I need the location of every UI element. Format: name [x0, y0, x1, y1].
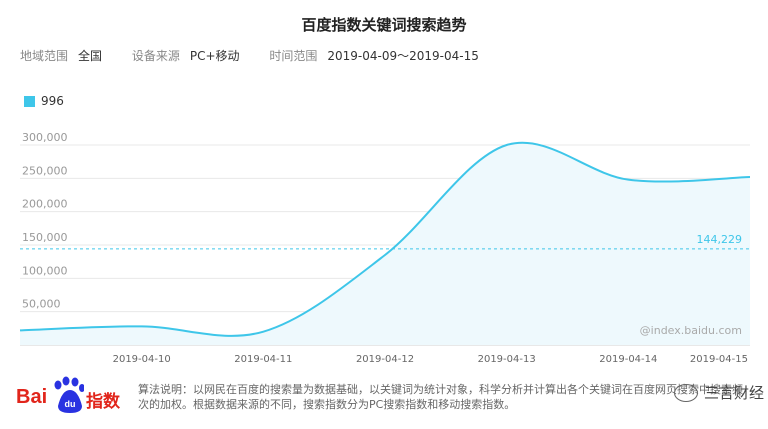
- x-tick-label: 2019-04-11: [234, 354, 292, 365]
- watermark-text: 三言财经: [703, 384, 764, 402]
- y-tick-label: 250,000: [22, 164, 68, 177]
- average-label: 144,229: [697, 233, 743, 246]
- y-tick-label: 200,000: [22, 198, 68, 211]
- algorithm-note: 算法说明：以网民在百度的搜索量为数据基础，以关键词为统计对象，科学分析并计算出各…: [138, 383, 743, 411]
- paw-icon: du: [54, 376, 84, 413]
- x-tick-label: 2019-04-14: [599, 354, 657, 365]
- y-tick-label: 300,000: [22, 131, 68, 144]
- baidu-index-logo: Bai du 指数: [16, 376, 126, 416]
- x-tick-label: 2019-04-12: [356, 354, 414, 365]
- source-mark: @index.baidu.com: [640, 324, 742, 337]
- line-chart: 50,000 100,000 150,000 200,000 250,000 300,00…: [19, 131, 751, 365]
- y-tick-label: 100,000: [22, 264, 68, 277]
- series-area-996: [20, 142, 750, 345]
- y-tick-label: 150,000: [22, 231, 68, 244]
- footer: Bai du 指数 算法说明：以网民在百度的搜索量为数据基础，以关键词为统计对象…: [16, 376, 756, 424]
- x-tick-label: 2019-04-13: [478, 354, 536, 365]
- x-tick-label: 2019-04-15: [690, 354, 748, 365]
- x-tick-label: 2019-04-10: [113, 354, 171, 365]
- logo-bai: Bai: [16, 386, 48, 408]
- logo-index: 指数: [86, 392, 120, 412]
- logo-du: du: [65, 399, 76, 409]
- y-tick-label: 50,000: [22, 298, 61, 311]
- wechat-icon: [673, 383, 698, 402]
- watermark: 三言财经: [673, 382, 764, 403]
